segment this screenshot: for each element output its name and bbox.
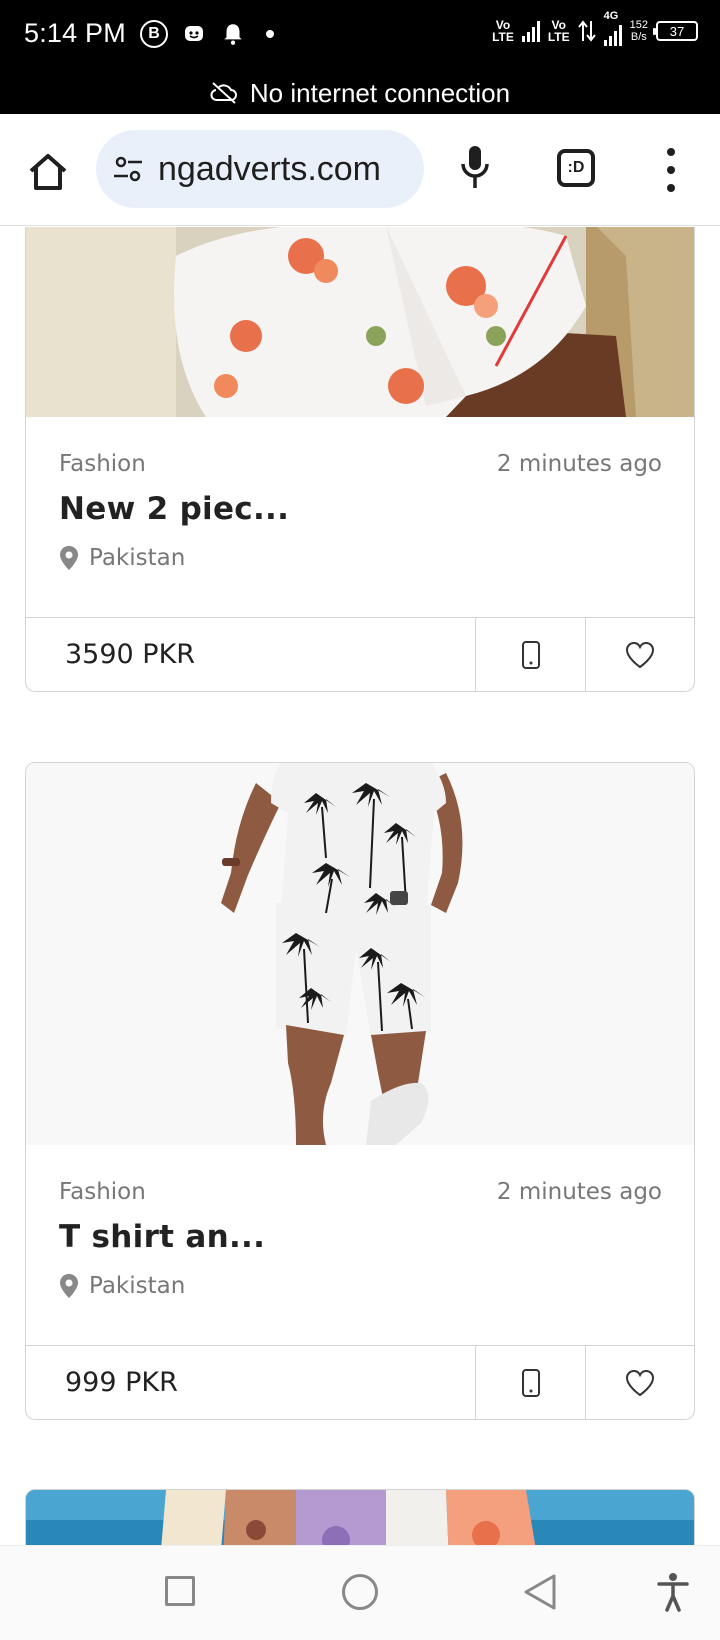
offline-banner: No internet connection (0, 72, 720, 114)
url-text[interactable]: ngadverts.com (158, 150, 381, 189)
bell-icon (224, 24, 242, 45)
listing-image[interactable] (26, 763, 694, 1145)
listing-price: 3590 PKR (26, 618, 476, 691)
listing-price: 999 PKR (26, 1346, 476, 1419)
battery-icon: 37 (653, 21, 698, 41)
listing-title[interactable]: New 2 piec... (59, 491, 289, 527)
location-pin-icon (60, 1274, 78, 1298)
heart-icon (625, 641, 655, 668)
url-bar[interactable]: ngadverts.com (96, 130, 424, 208)
listing-footer: 3590 PKR (26, 617, 694, 691)
signal-4g-icon: 4G (603, 10, 622, 46)
accessibility-icon[interactable] (656, 1572, 690, 1612)
data-transfer-icon (577, 20, 596, 42)
listing-image[interactable] (26, 227, 694, 417)
network-speed: 152 B/s (629, 19, 648, 43)
listing-title[interactable]: T shirt an... (59, 1219, 265, 1255)
heart-icon (625, 1369, 655, 1396)
listing-location: Pakistan (59, 545, 185, 571)
home-nav-icon[interactable] (342, 1574, 378, 1610)
listing-card[interactable]: Fashion 2 minutes ago T shirt an... Paki… (25, 762, 695, 1420)
listing-time: 2 minutes ago (496, 1179, 662, 1205)
phone-icon (521, 1368, 540, 1397)
system-nav-bar (0, 1545, 720, 1640)
location-pin-icon (60, 546, 78, 570)
tabs-button[interactable]: :D (557, 149, 595, 187)
status-system-icons: Vo LTE Vo LTE 4G 152 B/s 37 (492, 10, 698, 46)
business-app-icon: B (140, 20, 168, 48)
listing-feed[interactable]: Fashion 2 minutes ago New 2 piec... Paki… (0, 227, 720, 1545)
status-bar: 5:14 PM B Vo LTE Vo LTE 4G 152 B/s 37 (0, 0, 720, 72)
back-icon[interactable] (522, 1573, 558, 1611)
offline-text: No internet connection (249, 77, 511, 108)
cloud-off-icon (210, 82, 237, 104)
listing-category: Fashion (59, 1179, 146, 1205)
listing-details[interactable]: Fashion 2 minutes ago New 2 piec... Paki… (26, 417, 694, 617)
phone-icon (521, 640, 540, 669)
more-vert-icon[interactable] (664, 148, 678, 192)
messenger-icon (185, 26, 203, 41)
call-button[interactable] (476, 1346, 586, 1419)
favorite-button[interactable] (586, 1346, 694, 1419)
volte-indicator-1: Vo LTE (492, 18, 514, 44)
more-notifications-dot-icon (266, 30, 274, 38)
listing-card[interactable] (25, 1489, 695, 1545)
mic-icon[interactable] (458, 144, 492, 190)
favorite-button[interactable] (586, 618, 694, 691)
status-time: 5:14 PM (24, 18, 126, 48)
listing-image[interactable] (26, 1490, 694, 1545)
listing-location: Pakistan (59, 1273, 185, 1299)
call-button[interactable] (476, 618, 586, 691)
volte-indicator-2: Vo LTE (547, 18, 570, 44)
listing-footer: 999 PKR (26, 1345, 694, 1419)
listing-category: Fashion (59, 451, 146, 477)
browser-toolbar: ngadverts.com :D (0, 114, 720, 226)
home-icon[interactable] (26, 150, 70, 194)
tune-icon[interactable] (112, 154, 144, 184)
listing-time: 2 minutes ago (496, 451, 662, 477)
signal-strength-icon (521, 20, 540, 42)
recent-apps-icon[interactable] (165, 1576, 195, 1606)
status-notification-icons: B (140, 20, 274, 48)
listing-details[interactable]: Fashion 2 minutes ago T shirt an... Paki… (26, 1145, 694, 1345)
listing-card[interactable]: Fashion 2 minutes ago New 2 piec... Paki… (25, 227, 695, 692)
